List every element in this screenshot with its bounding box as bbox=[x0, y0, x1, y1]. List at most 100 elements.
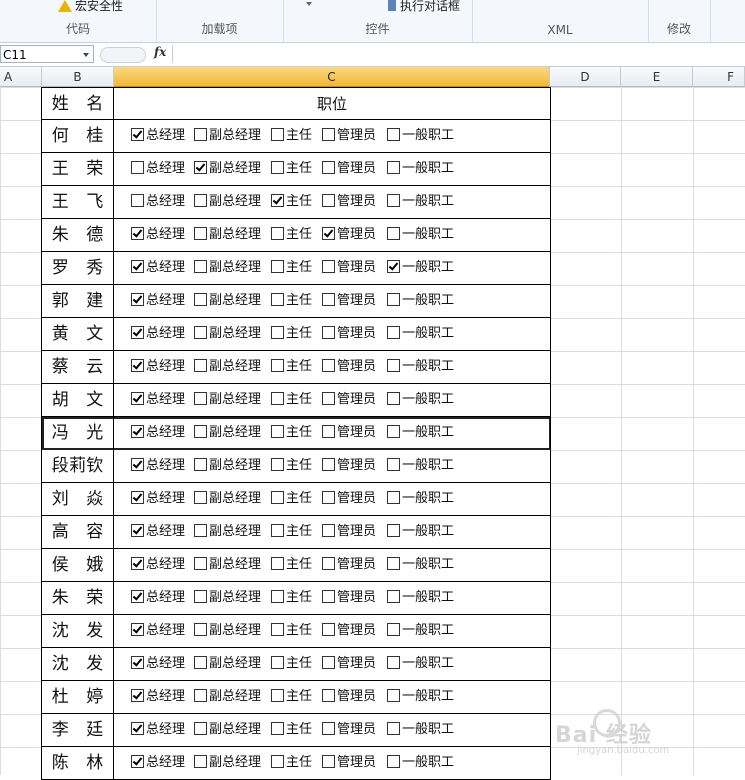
checkbox-unchecked-icon[interactable] bbox=[271, 161, 284, 174]
position-cell[interactable]: 总经理 副总经理 主任 管理员 一般职工 bbox=[114, 186, 551, 218]
checkbox-unchecked-icon[interactable] bbox=[387, 623, 400, 636]
checkbox-unchecked-icon[interactable] bbox=[194, 656, 207, 669]
checkbox-unchecked-icon[interactable] bbox=[322, 656, 335, 669]
checkbox-option[interactable]: 主任 bbox=[271, 293, 312, 311]
column-header-f[interactable]: F bbox=[693, 67, 745, 87]
checkbox-option[interactable]: 一般职工 bbox=[387, 293, 454, 311]
checkbox-checked-icon[interactable] bbox=[131, 755, 144, 768]
checkbox-checked-icon[interactable] bbox=[131, 458, 144, 471]
position-cell[interactable]: 总经理 副总经理 主任 管理员 一般职工 bbox=[114, 318, 551, 350]
checkbox-option[interactable]: 一般职工 bbox=[387, 194, 454, 212]
header-position-cell[interactable]: 职位 bbox=[114, 88, 551, 119]
checkbox-option[interactable]: 总经理 bbox=[131, 458, 185, 476]
checkbox-option[interactable]: 副总经理 bbox=[194, 590, 261, 608]
column-header-c[interactable]: C bbox=[114, 67, 550, 87]
checkbox-unchecked-icon[interactable] bbox=[271, 623, 284, 636]
column-header-e[interactable]: E bbox=[621, 67, 693, 87]
name-cell[interactable]: 胡 文 德 bbox=[42, 384, 114, 443]
checkbox-option[interactable]: 总经理 bbox=[131, 656, 185, 674]
checkbox-option[interactable]: 管理员 bbox=[322, 590, 376, 608]
checkbox-option[interactable]: 副总经理 bbox=[194, 623, 261, 641]
checkbox-option[interactable]: 主任 bbox=[271, 194, 312, 212]
checkbox-checked-icon[interactable] bbox=[131, 128, 144, 141]
insert-function-icon[interactable]: fx bbox=[154, 45, 166, 59]
checkbox-option[interactable]: 主任 bbox=[271, 524, 312, 542]
checkbox-unchecked-icon[interactable] bbox=[322, 491, 335, 504]
checkbox-option[interactable]: 管理员 bbox=[322, 458, 376, 476]
name-cell[interactable]: 罗 秀 彩 bbox=[42, 252, 114, 311]
position-cell[interactable]: 总经理 副总经理 主任 管理员 一般职工 bbox=[114, 351, 551, 383]
checkbox-option[interactable]: 副总经理 bbox=[194, 326, 261, 344]
checkbox-unchecked-icon[interactable] bbox=[387, 656, 400, 669]
checkbox-option[interactable]: 一般职工 bbox=[387, 260, 454, 278]
name-cell[interactable]: 沈 发 斌 bbox=[42, 648, 114, 707]
name-box[interactable]: C11 bbox=[0, 45, 94, 63]
checkbox-checked-icon[interactable] bbox=[131, 689, 144, 702]
checkbox-option[interactable]: 管理员 bbox=[322, 425, 376, 443]
checkbox-unchecked-icon[interactable] bbox=[322, 161, 335, 174]
run-dialog-button[interactable]: 执行对话框 bbox=[388, 0, 460, 14]
checkbox-unchecked-icon[interactable] bbox=[271, 326, 284, 339]
checkbox-option[interactable]: 副总经理 bbox=[194, 425, 261, 443]
formula-bar-splitter[interactable] bbox=[100, 47, 146, 63]
checkbox-checked-icon[interactable] bbox=[131, 293, 144, 306]
checkbox-option[interactable]: 总经理 bbox=[131, 194, 185, 212]
checkbox-unchecked-icon[interactable] bbox=[194, 293, 207, 306]
checkbox-option[interactable]: 副总经理 bbox=[194, 722, 261, 740]
checkbox-unchecked-icon[interactable] bbox=[271, 557, 284, 570]
position-cell[interactable]: 总经理 副总经理 主任 管理员 一般职工 bbox=[114, 615, 551, 647]
checkbox-unchecked-icon[interactable] bbox=[322, 293, 335, 306]
name-cell[interactable]: 陈 林 bbox=[42, 747, 114, 779]
checkbox-checked-icon[interactable] bbox=[131, 722, 144, 735]
formula-input[interactable] bbox=[172, 45, 745, 63]
checkbox-option[interactable]: 总经理 bbox=[131, 623, 185, 641]
checkbox-option[interactable]: 管理员 bbox=[322, 392, 376, 410]
checkbox-unchecked-icon[interactable] bbox=[387, 557, 400, 570]
checkbox-unchecked-icon[interactable] bbox=[387, 392, 400, 405]
checkbox-option[interactable]: 管理员 bbox=[322, 161, 376, 179]
checkbox-option[interactable]: 主任 bbox=[271, 425, 312, 443]
checkbox-checked-icon[interactable] bbox=[131, 623, 144, 636]
checkbox-unchecked-icon[interactable] bbox=[271, 689, 284, 702]
checkbox-unchecked-icon[interactable] bbox=[271, 227, 284, 240]
checkbox-option[interactable]: 副总经理 bbox=[194, 755, 261, 773]
checkbox-unchecked-icon[interactable] bbox=[387, 359, 400, 372]
checkbox-option[interactable]: 总经理 bbox=[131, 557, 185, 575]
checkbox-option[interactable]: 管理员 bbox=[322, 260, 376, 278]
checkbox-unchecked-icon[interactable] bbox=[271, 656, 284, 669]
checkbox-option[interactable]: 一般职工 bbox=[387, 128, 454, 146]
checkbox-checked-icon[interactable] bbox=[271, 194, 284, 207]
checkbox-unchecked-icon[interactable] bbox=[194, 623, 207, 636]
column-header-b[interactable]: B bbox=[42, 67, 114, 87]
checkbox-unchecked-icon[interactable] bbox=[387, 755, 400, 768]
checkbox-option[interactable]: 总经理 bbox=[131, 491, 185, 509]
checkbox-unchecked-icon[interactable] bbox=[387, 194, 400, 207]
checkbox-unchecked-icon[interactable] bbox=[131, 161, 144, 174]
checkbox-option[interactable]: 一般职工 bbox=[387, 656, 454, 674]
checkbox-option[interactable]: 主任 bbox=[271, 326, 312, 344]
checkbox-option[interactable]: 总经理 bbox=[131, 161, 185, 179]
checkbox-option[interactable]: 一般职工 bbox=[387, 755, 454, 773]
checkbox-option[interactable]: 副总经理 bbox=[194, 128, 261, 146]
checkbox-unchecked-icon[interactable] bbox=[387, 722, 400, 735]
checkbox-option[interactable]: 一般职工 bbox=[387, 425, 454, 443]
checkbox-unchecked-icon[interactable] bbox=[322, 689, 335, 702]
checkbox-option[interactable]: 总经理 bbox=[131, 722, 185, 740]
checkbox-option[interactable]: 副总经理 bbox=[194, 227, 261, 245]
checkbox-option[interactable]: 总经理 bbox=[131, 260, 185, 278]
checkbox-unchecked-icon[interactable] bbox=[271, 458, 284, 471]
name-cell[interactable]: 沈 发 斌 bbox=[42, 615, 114, 674]
checkbox-unchecked-icon[interactable] bbox=[194, 392, 207, 405]
checkbox-option[interactable]: 副总经理 bbox=[194, 557, 261, 575]
checkbox-checked-icon[interactable] bbox=[322, 227, 335, 240]
name-cell[interactable]: 李 廷 泽 bbox=[42, 714, 114, 773]
checkbox-option[interactable]: 一般职工 bbox=[387, 557, 454, 575]
checkbox-unchecked-icon[interactable] bbox=[194, 194, 207, 207]
checkbox-option[interactable]: 主任 bbox=[271, 557, 312, 575]
checkbox-unchecked-icon[interactable] bbox=[322, 623, 335, 636]
checkbox-option[interactable]: 副总经理 bbox=[194, 491, 261, 509]
checkbox-checked-icon[interactable] bbox=[131, 425, 144, 438]
position-cell[interactable]: 总经理 副总经理 主任 管理员 一般职工 bbox=[114, 450, 551, 482]
checkbox-unchecked-icon[interactable] bbox=[387, 128, 400, 141]
checkbox-option[interactable]: 管理员 bbox=[322, 557, 376, 575]
